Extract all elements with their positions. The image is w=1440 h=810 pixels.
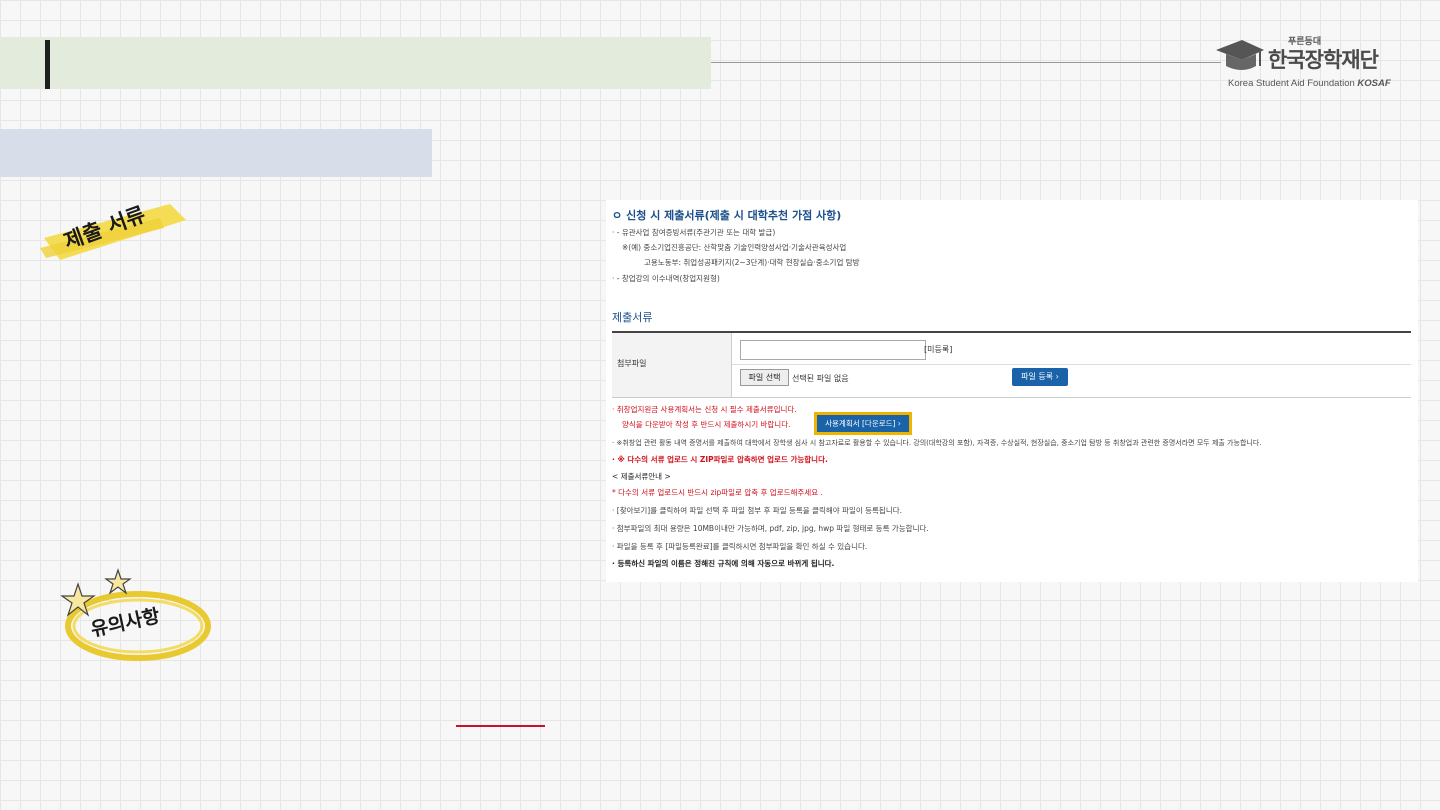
attachment-header-cell: 첨부파일 <box>612 333 732 397</box>
kosaf-logo: 푸른등대 한국장학재단 Korea Student Aid Foundation… <box>1214 32 1414 92</box>
download-plan-button[interactable]: 사용계획서 [다운로드] › <box>814 412 912 435</box>
panel-line: ※(예) 중소기업진흥공단: 산학맞춤 기술인력양성사업·기술사관육성사업 <box>622 243 847 252</box>
title-divider-line <box>711 62 1221 63</box>
choose-file-button[interactable]: 파일 선택 <box>740 369 789 386</box>
notice-required: · 취창업지원금 사용계획서는 신청 시 필수 제출서류입니다. <box>612 405 797 414</box>
panel-line: · - 창업강의 이수내역(창업지원형) <box>612 274 720 283</box>
row-divider <box>732 364 1411 365</box>
panel-heading: ㅇ 신청 시 제출서류(제출 시 대학추천 가점 사항) <box>612 209 842 222</box>
panel-line: · - 유관사업 참여증빙서류(주관기관 또는 대학 발급) <box>612 228 776 237</box>
subtitle-band <box>0 129 432 177</box>
no-file-label: 선택된 파일 없음 <box>792 374 849 383</box>
unregistered-label: [미등록] <box>924 345 953 354</box>
notice-activity: · ※취창업 관련 활동 내역 증명서를 제출하여 대학에서 장학생 심사 시 … <box>612 439 1262 447</box>
register-file-button[interactable]: 파일 등록 › <box>1012 368 1068 386</box>
title-band <box>0 37 711 89</box>
file-name-input[interactable] <box>740 340 926 360</box>
logo-english-text: Korea Student Aid Foundation KOSAF <box>1228 78 1391 89</box>
section-title: 제출서류 <box>612 311 653 324</box>
guide-zip-notice: * 다수의 서류 업로드시 반드시 zip파일로 압축 후 업로드해주세요 . <box>612 488 823 497</box>
guide-line: · 첨부파일의 최대 용량은 10MB이내만 가능하며, pdf, zip, j… <box>612 524 929 533</box>
attachment-table: 첨부파일 [미등록] 파일 선택 선택된 파일 없음 파일 등록 › <box>612 331 1411 398</box>
panel-line: 고용노동부: 취업성공패키지(2~3단계)·대학 현장실습·중소기업 탐방 <box>644 258 860 267</box>
guide-line: · [찾아보기]를 클릭하여 파일 선택 후 파일 첨부 후 파일 등록을 클릭… <box>612 506 903 515</box>
notice-download: 양식을 다운받아 작성 후 반드시 제출하시기 바랍니다. <box>622 420 791 429</box>
guide-rename-notice: · 등록하신 파일의 이름은 정해진 규칙에 의해 자동으로 바뀌게 됩니다. <box>612 559 835 568</box>
graduation-cap-icon <box>1216 40 1264 70</box>
red-underline <box>456 725 545 727</box>
logo-main-text: 한국장학재단 <box>1268 48 1379 72</box>
notice-zip: · ※ 다수의 서류 업로드 시 ZIP파일로 압축하면 업로드 가능합니다. <box>612 455 828 464</box>
guide-title: < 제출서류안내 > <box>612 472 671 481</box>
title-accent-bar <box>45 40 50 89</box>
guide-line: · 파일을 등록 후 [파일등록완료]를 클릭하시면 첨부파일을 확인 하실 수… <box>612 542 868 551</box>
cautions-sticker: 유의사항 <box>58 566 213 666</box>
attachment-header-label: 첨부파일 <box>617 359 647 368</box>
documents-sticker: 제출 서류 <box>40 198 190 268</box>
screenshot-panel: ㅇ 신청 시 제출서류(제출 시 대학추천 가점 사항) · - 유관사업 참여증… <box>606 200 1418 582</box>
